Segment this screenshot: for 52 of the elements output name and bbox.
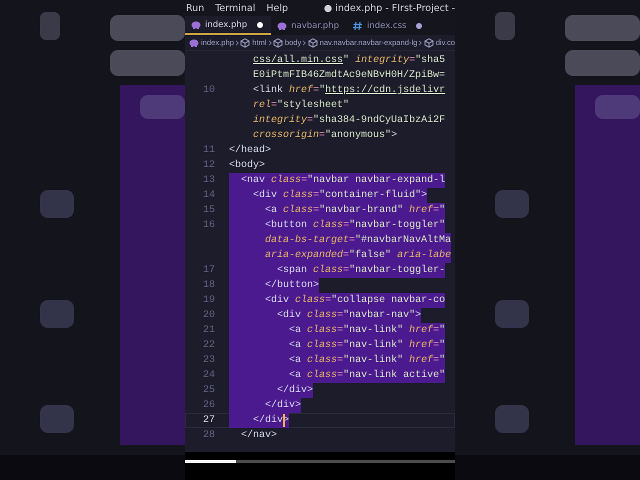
line-number: 11	[202, 145, 216, 156]
code-line: css/all.min.css" integrity="sha5	[252, 54, 446, 68]
line-number: 14	[202, 190, 216, 201]
line-number: 21	[202, 325, 216, 336]
window-title: ● index.php - FIrst-Project -	[324, 2, 455, 14]
progress-track[interactable]	[185, 460, 455, 463]
line-number: 26	[202, 400, 216, 411]
chevron-icon	[234, 38, 240, 46]
code-line: </head>	[229, 144, 272, 158]
code-line: rel="stylesheet"	[252, 98, 350, 113]
line-number: 15	[202, 205, 216, 216]
hash-icon	[352, 20, 363, 30]
tab-label: navbar.php	[291, 20, 339, 30]
chevron-icon	[268, 38, 272, 46]
line-number: 28	[202, 430, 216, 441]
line-number: 12	[202, 160, 216, 171]
line-number: 16	[202, 220, 216, 231]
cube-icon	[308, 38, 318, 48]
elephant-icon	[189, 38, 199, 48]
menu-item[interactable]: Terminal	[214, 2, 262, 14]
code-line: integrity="sha384-9ndCyUaIbzAi2F	[252, 114, 446, 128]
cube-icon	[240, 38, 250, 48]
code-line: </nav>	[240, 428, 278, 443]
line-number: 23	[202, 355, 216, 366]
line-number: 18	[202, 280, 216, 291]
text-cursor	[283, 414, 284, 427]
menu-item[interactable]: Run	[185, 2, 210, 14]
chevron-icon	[418, 38, 423, 46]
code-line: <body>	[229, 158, 266, 173]
line-number: 24	[202, 370, 216, 381]
editor-tab[interactable]: index.php	[185, 16, 272, 35]
cube-icon	[424, 38, 434, 48]
cube-icon	[272, 38, 283, 48]
code-line: E0iPtmFIB46ZmdtAc9eNBvH0H/ZpiBw=	[252, 68, 446, 83]
elephant-icon	[191, 20, 201, 30]
line-number: 19	[202, 295, 216, 306]
line-number: 27	[202, 415, 216, 426]
editor-tab[interactable]: navbar.php	[271, 16, 347, 35]
line-number: 17	[202, 265, 216, 276]
editor-tab[interactable]: index.css	[346, 16, 430, 35]
menu-item[interactable]: Help	[265, 2, 294, 14]
tab-label: index.css	[366, 20, 406, 30]
line-number: 20	[202, 310, 216, 321]
line-number: 25	[202, 385, 216, 396]
line-number: 22	[202, 340, 216, 351]
chevron-icon	[302, 38, 307, 46]
line-number: 13	[202, 175, 216, 186]
tab-label: index.php	[205, 20, 248, 30]
code-line: crossorigin="anonymous">	[252, 128, 398, 143]
line-number: 10	[202, 85, 216, 96]
elephant-icon	[277, 20, 288, 30]
code-line: <link href="https://cdn.jsdelivr	[252, 84, 446, 98]
